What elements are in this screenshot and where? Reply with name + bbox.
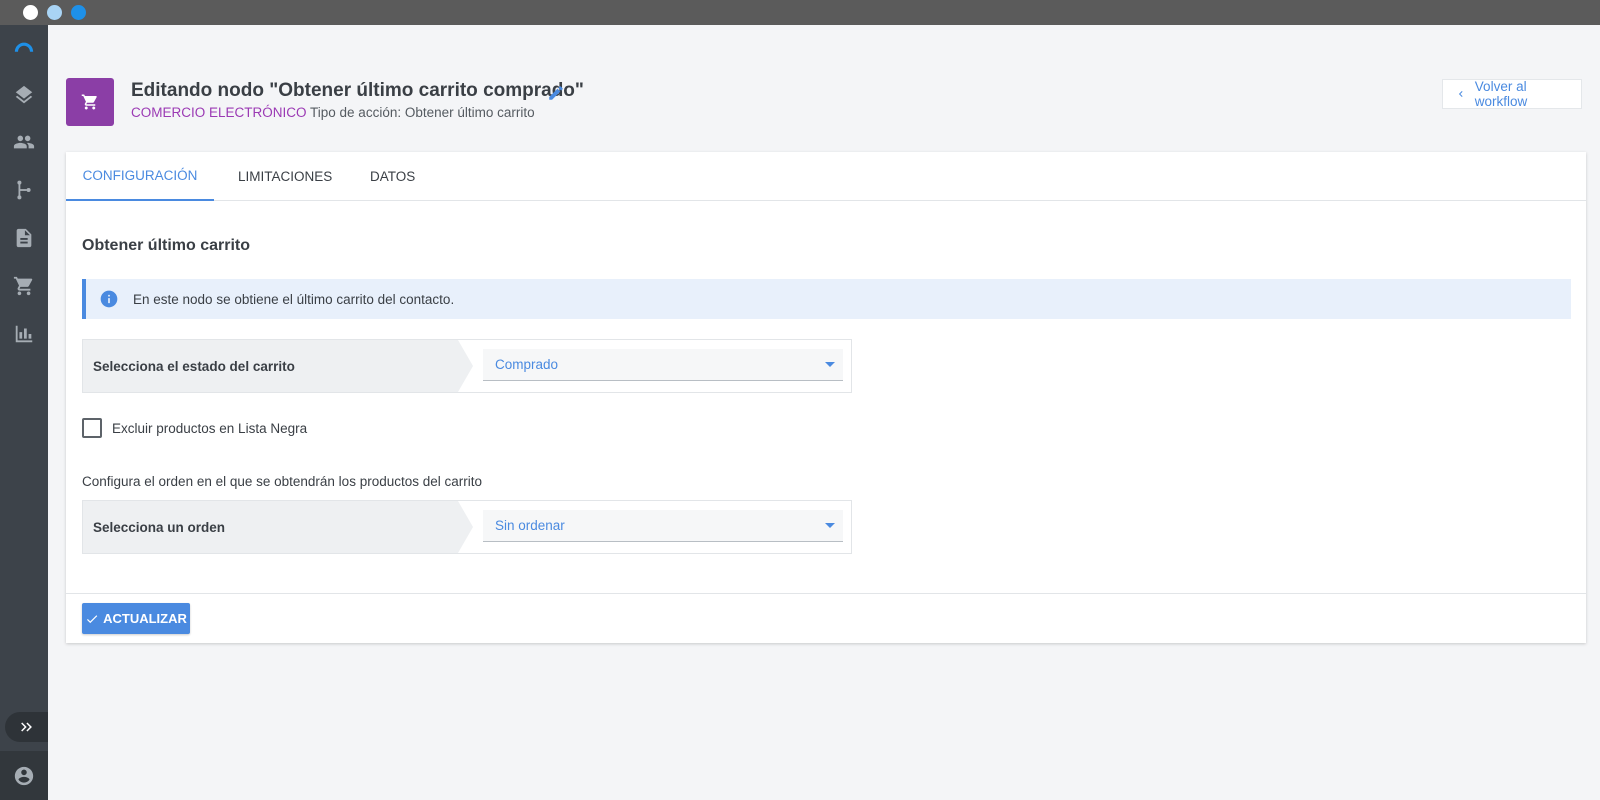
order-value: Sin ordenar (495, 518, 565, 533)
double-chevron-right-icon[interactable] (5, 712, 48, 742)
chevron-left-icon (1458, 91, 1463, 97)
tab-configuracion[interactable]: CONFIGURACIÓN (66, 152, 214, 201)
tab-datos[interactable]: DATOS (370, 152, 420, 201)
order-field: Selecciona un orden Sin ordenar (82, 500, 852, 554)
exclude-blacklist-label: Excluir productos en Lista Negra (112, 420, 308, 436)
layers-icon[interactable] (12, 83, 36, 107)
tab-bar: CONFIGURACIÓN LIMITACIONES DATOS (66, 152, 1586, 201)
page-title: Editando nodo "Obtener último carrito co… (131, 80, 584, 101)
order-label: Selecciona un orden (83, 501, 473, 553)
category-label: COMERCIO ELECTRÓNICO (131, 105, 307, 120)
info-text: En este nodo se obtiene el último carrit… (133, 291, 455, 307)
cart-state-field: Selecciona el estado del carrito Comprad… (82, 339, 852, 393)
exclude-blacklist-checkbox[interactable] (82, 418, 102, 438)
exclude-blacklist-option[interactable]: Excluir productos en Lista Negra (82, 418, 307, 438)
close-dot[interactable] (23, 5, 38, 20)
update-button[interactable]: ACTUALIZAR (82, 603, 190, 634)
update-button-label: ACTUALIZAR (103, 611, 187, 626)
node-cart-icon (66, 78, 114, 126)
cart-state-select[interactable]: Comprado (483, 349, 843, 381)
maximize-dot[interactable] (71, 5, 86, 20)
dropdown-caret-icon (825, 362, 835, 367)
pencil-edit-icon[interactable] (547, 84, 565, 102)
back-to-workflow-button[interactable]: Volver al workflow (1442, 79, 1582, 109)
node-editor-card: CONFIGURACIÓN LIMITACIONES DATOS Obtener… (66, 152, 1586, 643)
check-icon (87, 614, 98, 623)
cart-state-value: Comprado (495, 357, 559, 372)
cart-state-label: Selecciona el estado del carrito (83, 340, 473, 392)
account-circle-icon[interactable] (0, 751, 48, 800)
minimize-dot[interactable] (47, 5, 62, 20)
window-titlebar (0, 0, 1600, 25)
arc-logo-icon[interactable] (12, 37, 36, 61)
people-icon[interactable] (12, 130, 36, 154)
info-banner: En este nodo se obtiene el último carrit… (82, 279, 1571, 319)
order-description: Configura el orden en el que se obtendrá… (82, 474, 483, 489)
document-icon[interactable] (12, 226, 36, 250)
section-title: Obtener último carrito (82, 237, 251, 254)
order-select[interactable]: Sin ordenar (483, 510, 843, 542)
bar-chart-icon[interactable] (12, 322, 36, 346)
tab-limitaciones[interactable]: LIMITACIONES (238, 152, 332, 201)
back-to-workflow-label: Volver al workflow (1474, 79, 1528, 109)
card-footer: ACTUALIZAR (66, 593, 1586, 643)
cart-icon[interactable] (12, 274, 36, 298)
dropdown-caret-icon (825, 523, 835, 528)
workflow-icon[interactable] (12, 178, 36, 202)
info-icon (99, 289, 119, 309)
sidebar (0, 25, 48, 800)
node-subtitle: COMERCIO ELECTRÓNICO Tipo de acción: Obt… (131, 105, 535, 120)
action-type-label: Tipo de acción: Obtener último carrito (310, 105, 535, 120)
